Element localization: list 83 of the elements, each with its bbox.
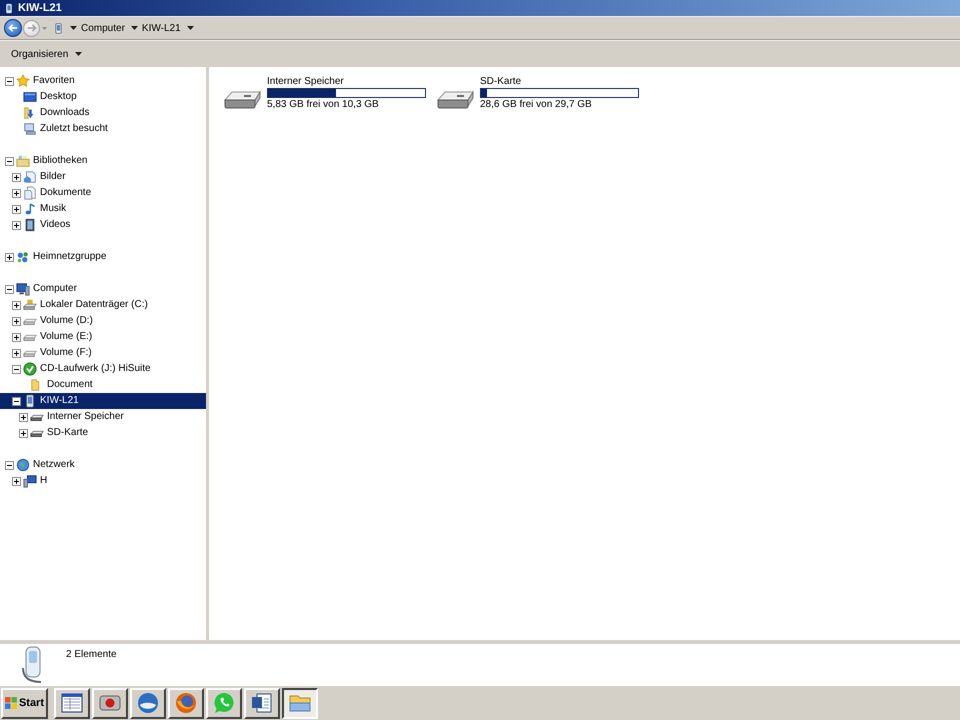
plus-box-icon[interactable]	[12, 188, 21, 198]
tree-item[interactable]: Favoriten	[5, 73, 77, 89]
breadcrumb-button[interactable]: Computer	[77, 22, 129, 34]
caret-icon[interactable]	[186, 26, 194, 30]
tree-item[interactable]: Heimnetzgruppe	[5, 249, 108, 265]
phone-chat-bubble-icon	[212, 691, 236, 715]
tree-item[interactable]: SD-Karte	[19, 425, 90, 441]
free-space-text: 5,83 GB frei von 10,3 GB	[267, 98, 379, 111]
flag-icon	[5, 696, 17, 710]
globe-icon	[16, 458, 30, 472]
documents-icon	[23, 186, 37, 200]
left-arrow-icon	[8, 23, 18, 33]
plus-box-icon[interactable]	[19, 412, 28, 422]
tree-item[interactable]: Lokaler Datenträger (C:)	[12, 297, 150, 313]
checkmark-disc-icon	[23, 362, 37, 376]
tree-item[interactable]: Volume (F:)	[12, 345, 94, 361]
plus-box-icon[interactable]	[12, 348, 21, 358]
drive-icon[interactable]	[222, 88, 262, 110]
drive-icon[interactable]	[435, 88, 475, 110]
library-icon	[16, 154, 30, 168]
tree-item[interactable]: Downloads	[12, 105, 92, 121]
caret-icon	[75, 52, 82, 56]
organize-menu-button[interactable]: Organisieren	[7, 46, 86, 62]
phone-icon	[4, 2, 14, 14]
music-note-icon	[23, 202, 37, 216]
caret-icon[interactable]	[70, 26, 77, 30]
phone-icon	[53, 20, 64, 36]
tree-item[interactable]: Bibliotheken	[5, 153, 90, 169]
fox-globe-icon	[174, 691, 198, 715]
minus-box-icon[interactable]	[5, 76, 14, 86]
phone-icon	[23, 394, 37, 408]
tree-item[interactable]: Volume (E:)	[12, 329, 94, 345]
tree-item[interactable]: Computer	[5, 281, 79, 297]
plus-box-icon[interactable]	[19, 428, 28, 438]
window-title: KIW-L21	[18, 2, 62, 14]
caret-icon[interactable]	[130, 26, 138, 30]
tree-item[interactable]: Interner Speicher	[19, 409, 126, 425]
minus-box-icon[interactable]	[12, 396, 21, 406]
tree-item[interactable]: Zuletzt besucht	[12, 121, 110, 137]
document-icon	[250, 691, 274, 715]
tree-item[interactable]: Document	[19, 377, 95, 393]
tree-item[interactable]: Netzwerk	[5, 457, 77, 473]
plus-box-icon[interactable]	[12, 172, 21, 182]
drive-name[interactable]: Interner Speicher	[267, 75, 344, 88]
tree-item[interactable]: Musik	[12, 201, 68, 217]
tree-item[interactable]: Volume (D:)	[12, 313, 95, 329]
spreadsheet-window-icon	[60, 691, 84, 715]
tree-item[interactable]: Bilder	[12, 169, 68, 185]
plus-box-icon[interactable]	[12, 300, 21, 310]
back-button[interactable]	[4, 19, 22, 37]
tree-item[interactable]: H	[12, 473, 50, 489]
plus-box-icon[interactable]	[12, 204, 21, 214]
tree-item[interactable]: Desktop	[12, 89, 79, 105]
taskbar-button[interactable]	[282, 688, 318, 718]
plus-box-icon[interactable]	[12, 476, 21, 486]
plus-box-icon[interactable]	[12, 332, 21, 342]
minus-box-icon[interactable]	[5, 460, 14, 470]
item-count: 2 Elemente	[66, 648, 117, 661]
plus-box-icon[interactable]	[12, 316, 21, 326]
film-icon	[23, 218, 37, 232]
system-drive-icon	[23, 298, 37, 312]
right-arrow-icon	[26, 23, 36, 33]
mail-bird-icon	[136, 691, 160, 715]
network-computer-icon	[23, 474, 37, 488]
minus-box-icon[interactable]	[5, 284, 14, 294]
tree-item[interactable]: Dokumente	[12, 185, 94, 201]
plus-box-icon[interactable]	[5, 252, 14, 262]
desktop-icon	[23, 90, 37, 104]
recent-places-icon	[23, 122, 37, 136]
homegroup-icon	[16, 250, 30, 264]
free-space-text: 28,6 GB frei von 29,7 GB	[480, 98, 592, 111]
minus-box-icon[interactable]	[5, 156, 14, 166]
drive-name[interactable]: SD-Karte	[480, 75, 522, 88]
computer-icon	[16, 282, 30, 296]
plus-box-icon[interactable]	[12, 220, 21, 230]
star-icon	[16, 74, 30, 88]
tree-item[interactable]: CD-Laufwerk (J:) HiSuite	[12, 361, 153, 377]
start-button[interactable]: Start	[1, 688, 48, 718]
tree-item[interactable]: Videos	[12, 217, 72, 233]
pictures-icon	[23, 170, 37, 184]
minus-box-icon[interactable]	[12, 364, 21, 374]
tree-item[interactable]: KIW-L21	[0, 393, 206, 409]
breadcrumb-button[interactable]: KIW-L21	[138, 22, 185, 34]
